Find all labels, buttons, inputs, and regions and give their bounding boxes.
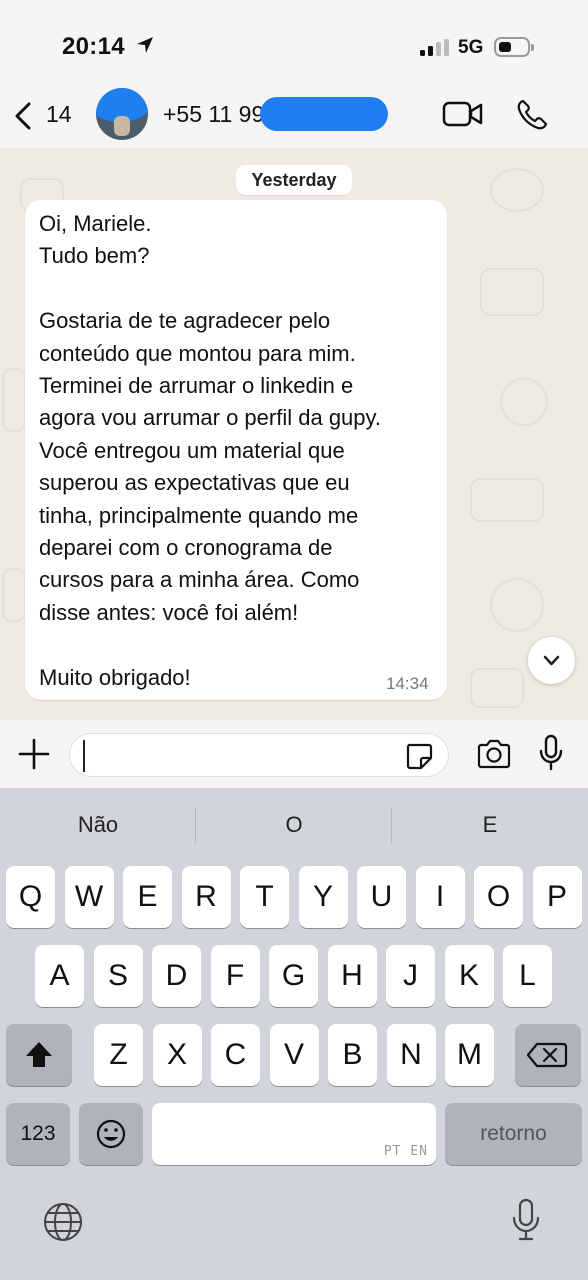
message-line: superou as expectativas que eu bbox=[39, 470, 350, 496]
shift-key[interactable] bbox=[6, 1024, 72, 1086]
plus-icon[interactable] bbox=[17, 737, 51, 776]
message-line: tinha, principalmente quando me bbox=[39, 502, 359, 528]
space-key[interactable]: PT EN bbox=[152, 1103, 436, 1165]
key-d[interactable]: D bbox=[152, 945, 201, 1007]
key-c[interactable]: C bbox=[211, 1024, 260, 1086]
message-line: deparei com o cronograma de bbox=[39, 535, 333, 560]
message-line: Muito obrigado! bbox=[39, 664, 191, 690]
avatar[interactable] bbox=[96, 88, 148, 140]
video-call-icon[interactable] bbox=[442, 100, 484, 133]
emoji-key[interactable] bbox=[79, 1103, 143, 1165]
message-line: agora vou arrumar o perfil da gupy. bbox=[39, 405, 381, 431]
camera-icon[interactable] bbox=[476, 738, 512, 775]
key-x[interactable]: X bbox=[152, 1024, 202, 1086]
key-k[interactable]: K bbox=[444, 945, 494, 1007]
key-n[interactable]: N bbox=[386, 1024, 436, 1086]
key-u[interactable]: U bbox=[357, 866, 406, 928]
network-type: 5G bbox=[458, 37, 484, 58]
key-i[interactable]: I bbox=[415, 866, 465, 928]
key-y[interactable]: Y bbox=[298, 866, 348, 928]
backspace-key[interactable] bbox=[515, 1024, 581, 1086]
unread-count[interactable]: 14 bbox=[46, 101, 72, 128]
key-r[interactable]: R bbox=[181, 866, 231, 928]
key-p[interactable]: P bbox=[532, 866, 582, 928]
key-t[interactable]: T bbox=[240, 866, 289, 928]
message-line: Você entregou um material que bbox=[39, 437, 345, 463]
message-time: 14:34 bbox=[386, 674, 429, 693]
emoji-icon bbox=[96, 1119, 126, 1149]
battery-icon bbox=[494, 37, 530, 57]
dictation-microphone-icon[interactable] bbox=[512, 1198, 540, 1247]
globe-icon[interactable] bbox=[43, 1202, 83, 1247]
key-o[interactable]: O bbox=[474, 866, 523, 928]
message-line: Tudo bem? bbox=[39, 243, 150, 269]
key-a[interactable]: A bbox=[35, 945, 84, 1007]
text-caret bbox=[83, 740, 85, 772]
message-line: Gostaria de te agradecer pelo bbox=[39, 308, 331, 334]
status-time: 20:14 bbox=[62, 33, 125, 60]
key-s[interactable]: S bbox=[93, 945, 143, 1007]
back-chevron-icon[interactable] bbox=[12, 101, 34, 136]
shift-icon bbox=[26, 1042, 52, 1067]
key-f[interactable]: F bbox=[210, 945, 260, 1007]
key-m[interactable]: M bbox=[445, 1024, 494, 1086]
message-input[interactable] bbox=[69, 733, 449, 777]
suggestion-3[interactable]: E bbox=[392, 812, 588, 838]
key-l[interactable]: L bbox=[503, 945, 552, 1007]
key-w[interactable]: W bbox=[64, 866, 114, 928]
location-arrow-icon bbox=[136, 36, 154, 59]
message-line: disse antes: você foi além! bbox=[39, 599, 299, 625]
message-line: Oi, Mariele. bbox=[39, 211, 152, 236]
key-q[interactable]: Q bbox=[6, 866, 55, 928]
message-line: conteúdo que montou para mim. bbox=[39, 340, 356, 366]
phone-icon[interactable] bbox=[515, 98, 549, 137]
battery-tip bbox=[531, 44, 534, 51]
key-g[interactable]: G bbox=[269, 945, 318, 1007]
sticker-icon[interactable] bbox=[404, 741, 434, 776]
chevron-down-icon bbox=[543, 655, 560, 666]
key-j[interactable]: J bbox=[386, 945, 435, 1007]
key-v[interactable]: V bbox=[269, 1024, 319, 1086]
signal-icon bbox=[420, 39, 450, 62]
message-line: Terminei de arrumar o linkedin e bbox=[39, 373, 354, 398]
key-b[interactable]: B bbox=[328, 1024, 377, 1086]
suggestion-1[interactable]: Não bbox=[0, 812, 196, 838]
message-line: cursos para a minha área. Como bbox=[39, 567, 360, 593]
contact-number[interactable]: +55 11 99 bbox=[163, 101, 264, 128]
redaction-mask bbox=[260, 97, 388, 131]
key-e[interactable]: E bbox=[123, 866, 172, 928]
key-z[interactable]: Z bbox=[94, 1024, 143, 1086]
date-divider: Yesterday bbox=[236, 165, 352, 195]
backspace-icon bbox=[526, 1042, 568, 1068]
return-key[interactable]: retorno bbox=[445, 1103, 582, 1165]
key-h[interactable]: H bbox=[327, 945, 377, 1007]
suggestion-2[interactable]: O bbox=[196, 812, 392, 838]
microphone-icon[interactable] bbox=[538, 734, 564, 777]
numbers-key[interactable]: 123 bbox=[6, 1103, 70, 1165]
scroll-down-button[interactable] bbox=[528, 637, 575, 684]
language-hint: PT EN bbox=[383, 1144, 428, 1159]
